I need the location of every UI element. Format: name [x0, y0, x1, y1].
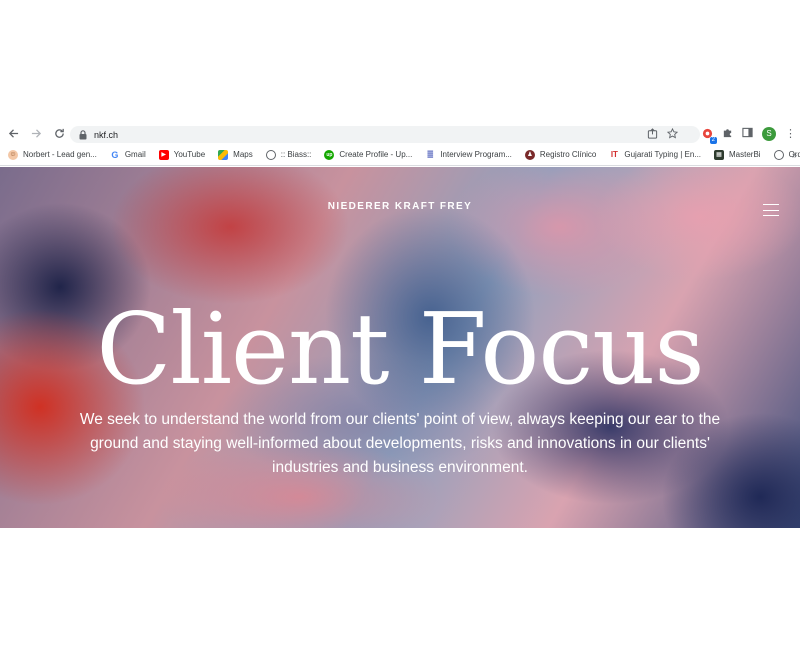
browser-window: nkf.ch 2 S ⋮ ☺ Norbert - Lead gen... G G… — [0, 123, 800, 528]
back-button[interactable] — [3, 124, 23, 144]
maps-icon — [218, 149, 229, 160]
side-panel-icon[interactable] — [742, 127, 753, 141]
bookmark-norbert[interactable]: ☺ Norbert - Lead gen... — [8, 149, 97, 160]
arrow-left-icon — [8, 129, 18, 138]
bookmark-masterbi[interactable]: ▦ MasterBi — [714, 149, 761, 160]
lock-icon — [78, 129, 87, 140]
globe-icon — [265, 149, 276, 160]
bookmark-youtube[interactable]: ▶ YouTube — [158, 149, 205, 160]
registro-icon: ♟ — [524, 149, 535, 160]
upwork-icon: up — [324, 149, 335, 160]
masterbi-icon: ▦ — [714, 149, 725, 160]
menu-line — [763, 215, 779, 216]
extension-button[interactable]: 2 — [701, 128, 717, 144]
forward-button[interactable] — [26, 124, 46, 144]
extension-badge: 2 — [709, 136, 717, 144]
hero-description: We seek to understand the world from our… — [79, 411, 721, 476]
toolbar-right: 2 S ⋮ — [701, 123, 800, 144]
norbert-icon: ☺ — [8, 149, 18, 160]
hero-section: NIEDERER KRAFT FREY Client Focus We seek… — [0, 167, 800, 528]
bookmark-biass[interactable]: :: Biass:: — [265, 149, 311, 160]
address-bar[interactable]: nkf.ch — [70, 126, 700, 143]
bookmark-gujarati[interactable]: IT Gujarati Typing | En... — [609, 150, 701, 160]
address-bar-actions — [647, 126, 679, 143]
url-text[interactable]: nkf.ch — [94, 130, 118, 140]
reload-button[interactable] — [49, 124, 69, 144]
reload-icon — [54, 128, 64, 138]
share-icon[interactable] — [647, 127, 658, 142]
browser-toolbar: nkf.ch 2 S ⋮ — [0, 123, 800, 144]
hamburger-menu-icon[interactable] — [763, 204, 779, 216]
bookmarks-bar: ☺ Norbert - Lead gen... G Gmail ▶ YouTub… — [0, 144, 800, 166]
gujarati-icon: IT — [610, 150, 618, 159]
hero-headline: Client Focus — [96, 293, 704, 407]
google-icon: G — [111, 149, 119, 160]
kebab-menu-icon[interactable]: ⋮ — [785, 127, 796, 140]
more-bookmarks-button[interactable]: » — [792, 144, 797, 165]
menu-line — [763, 209, 779, 211]
document-icon: ≣ — [426, 149, 435, 159]
bookmark-registro[interactable]: ♟ Registro Clínico — [524, 149, 596, 160]
bookmark-upwork[interactable]: up Create Profile - Up... — [324, 149, 412, 160]
star-icon[interactable] — [666, 127, 679, 142]
menu-line — [763, 204, 779, 205]
youtube-icon: ▶ — [158, 149, 169, 160]
site-logo[interactable]: NIEDERER KRAFT FREY — [0, 201, 800, 212]
puzzle-icon[interactable] — [722, 127, 733, 141]
bookmark-interview[interactable]: ≣ Interview Program... — [425, 149, 512, 160]
profile-avatar[interactable]: S — [762, 126, 776, 141]
arrow-right-icon — [31, 129, 41, 138]
bookmark-maps[interactable]: Maps — [218, 149, 253, 160]
bookmark-gmail[interactable]: G Gmail — [110, 149, 145, 160]
globe-icon — [773, 149, 784, 160]
